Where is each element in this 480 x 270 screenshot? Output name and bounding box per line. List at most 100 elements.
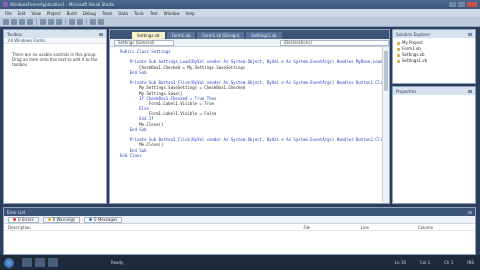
tab-form1-design[interactable]: Form1.vb [Design] bbox=[197, 32, 245, 39]
paste-icon[interactable] bbox=[56, 18, 62, 25]
undo-icon[interactable] bbox=[69, 18, 75, 25]
new-project-icon[interactable] bbox=[3, 18, 9, 25]
visual-studio-taskbar-icon[interactable] bbox=[48, 258, 58, 267]
scrollbar-thumb[interactable] bbox=[384, 51, 388, 91]
menu-window[interactable]: Window bbox=[161, 11, 183, 16]
pin-icon[interactable] bbox=[468, 210, 472, 214]
status-text: Ready bbox=[111, 260, 124, 265]
find-icon[interactable] bbox=[98, 18, 104, 25]
warnings-filter-button[interactable]: 0 Warnings bbox=[42, 216, 81, 223]
info-icon bbox=[89, 218, 93, 221]
solution-explorer-header: Solution Explorer bbox=[393, 30, 475, 38]
menu-test[interactable]: Test bbox=[147, 11, 161, 16]
code-line[interactable]: End Class bbox=[120, 153, 382, 158]
window-title: WindowsFormsApplication1 - Microsoft Vis… bbox=[10, 2, 115, 7]
class-dropdown[interactable]: Settings (General) bbox=[114, 39, 174, 46]
toolbox-title: Toolbox bbox=[7, 31, 22, 37]
tree-item[interactable]: Settings1.vb bbox=[397, 58, 471, 64]
error-list-columns: Description File Line Column bbox=[4, 224, 475, 231]
document-tabs: Settings.vb Form1.vb Form1.vb [Design] S… bbox=[110, 30, 389, 39]
column-header[interactable]: Line bbox=[361, 225, 418, 230]
member-dropdown[interactable]: (Declarations) bbox=[279, 39, 389, 46]
explorer-taskbar-icon[interactable] bbox=[22, 258, 32, 267]
tab-form1-vb[interactable]: Form1.vb bbox=[166, 32, 196, 39]
error-list-header: Error List bbox=[4, 208, 475, 216]
error-list-title: Error List bbox=[7, 209, 26, 215]
close-button[interactable] bbox=[467, 2, 477, 7]
editor-scrollbar[interactable] bbox=[382, 47, 389, 203]
errors-filter-label: 0 Errors bbox=[18, 217, 34, 222]
menu-edit[interactable]: Edit bbox=[15, 11, 29, 16]
tab-settings-vb[interactable]: Settings.vb bbox=[132, 32, 165, 39]
window-controls bbox=[449, 2, 480, 7]
properties-panel: Properties bbox=[392, 86, 476, 204]
start-button[interactable] bbox=[4, 257, 14, 268]
file-icon bbox=[397, 59, 400, 63]
status-indicators: Ln 16 Col 1 Ch 1 INS bbox=[395, 260, 480, 265]
solution-explorer-title: Solution Explorer bbox=[396, 31, 431, 37]
title-bar: WindowsFormsApplication1 - Microsoft Vis… bbox=[0, 0, 480, 9]
tree-item-label: Settings1.vb bbox=[402, 58, 428, 63]
tree-item-label: Form1.vb bbox=[402, 46, 421, 51]
status-bar: Ready Ln 16 Col 1 Ch 1 INS bbox=[0, 255, 480, 270]
toolbox-panel: Toolbox All Windows Forms There are no u… bbox=[3, 29, 107, 204]
navigation-bar: Settings (General) (Declarations) bbox=[110, 39, 389, 47]
cut-icon[interactable] bbox=[40, 18, 46, 25]
char-indicator: Ch 1 bbox=[444, 260, 454, 265]
errors-filter-button[interactable]: 0 Errors bbox=[8, 216, 39, 223]
solution-explorer: Solution Explorer My Project Form1.vb Se… bbox=[392, 29, 476, 84]
tab-settings1-vb[interactable]: Settings1.vb bbox=[246, 32, 282, 39]
tree-item-label: My Project bbox=[402, 40, 423, 45]
toolbox-empty-hint: There are no usable controls in this gro… bbox=[12, 52, 98, 67]
pin-icon[interactable] bbox=[99, 32, 103, 36]
menu-team[interactable]: Team bbox=[99, 11, 116, 16]
toolbar-separator bbox=[36, 18, 37, 25]
column-indicator: Col 1 bbox=[419, 260, 431, 265]
error-filter-row: 0 Errors 0 Warnings 0 Messages bbox=[4, 216, 475, 224]
toolbar-separator bbox=[65, 18, 66, 25]
menu-debug[interactable]: Debug bbox=[80, 11, 99, 16]
save-icon[interactable] bbox=[19, 18, 25, 25]
browser-taskbar-icon[interactable] bbox=[35, 258, 45, 267]
copy-icon[interactable] bbox=[48, 18, 54, 25]
minimize-button[interactable] bbox=[449, 2, 456, 7]
menu-project[interactable]: Project bbox=[44, 11, 64, 16]
redo-icon[interactable] bbox=[77, 18, 83, 25]
messages-filter-button[interactable]: 0 Messages bbox=[84, 216, 123, 223]
column-header[interactable]: File bbox=[303, 225, 360, 230]
pin-icon[interactable] bbox=[468, 89, 472, 93]
save-all-icon[interactable] bbox=[27, 18, 33, 25]
folder-icon bbox=[397, 41, 400, 45]
menu-file[interactable]: File bbox=[2, 11, 15, 16]
warning-icon bbox=[47, 218, 51, 221]
maximize-button[interactable] bbox=[458, 2, 465, 7]
properties-header: Properties bbox=[393, 87, 475, 95]
toolbar-separator bbox=[86, 18, 87, 25]
toolbox-group-label: All Windows Forms bbox=[8, 38, 46, 43]
column-header[interactable]: Column bbox=[418, 225, 475, 230]
menu-tools[interactable]: Tools bbox=[131, 11, 147, 16]
menu-help[interactable]: Help bbox=[183, 11, 198, 16]
column-header[interactable]: Description bbox=[8, 225, 303, 230]
messages-filter-label: 0 Messages bbox=[94, 217, 118, 222]
solution-tree: My Project Form1.vb Settings.vb Settings… bbox=[393, 38, 475, 66]
file-icon bbox=[397, 47, 400, 51]
tree-item-label: Settings.vb bbox=[402, 52, 425, 57]
file-icon bbox=[397, 53, 400, 57]
insert-mode-indicator: INS bbox=[467, 260, 474, 265]
start-debugging-icon[interactable] bbox=[90, 18, 96, 25]
menu-build[interactable]: Build bbox=[64, 11, 80, 16]
warnings-filter-label: 0 Warnings bbox=[52, 217, 76, 222]
error-list-panel: Error List 0 Errors 0 Warnings 0 Message… bbox=[3, 207, 476, 255]
open-file-icon[interactable] bbox=[11, 18, 17, 25]
visual-studio-icon bbox=[3, 2, 8, 7]
code-text-area[interactable]: Public Class Settings Private Sub Settin… bbox=[110, 47, 382, 203]
line-indicator: Ln 16 bbox=[394, 260, 406, 265]
menu-data[interactable]: Data bbox=[115, 11, 131, 16]
properties-title: Properties bbox=[396, 88, 417, 94]
code-line[interactable]: Private Sub Settings_Load(ByVal sender A… bbox=[120, 59, 382, 64]
pin-icon[interactable] bbox=[468, 32, 472, 36]
error-icon bbox=[13, 218, 16, 221]
code-editor: Settings.vb Form1.vb Form1.vb [Design] S… bbox=[109, 29, 390, 204]
menu-view[interactable]: View bbox=[28, 11, 44, 16]
